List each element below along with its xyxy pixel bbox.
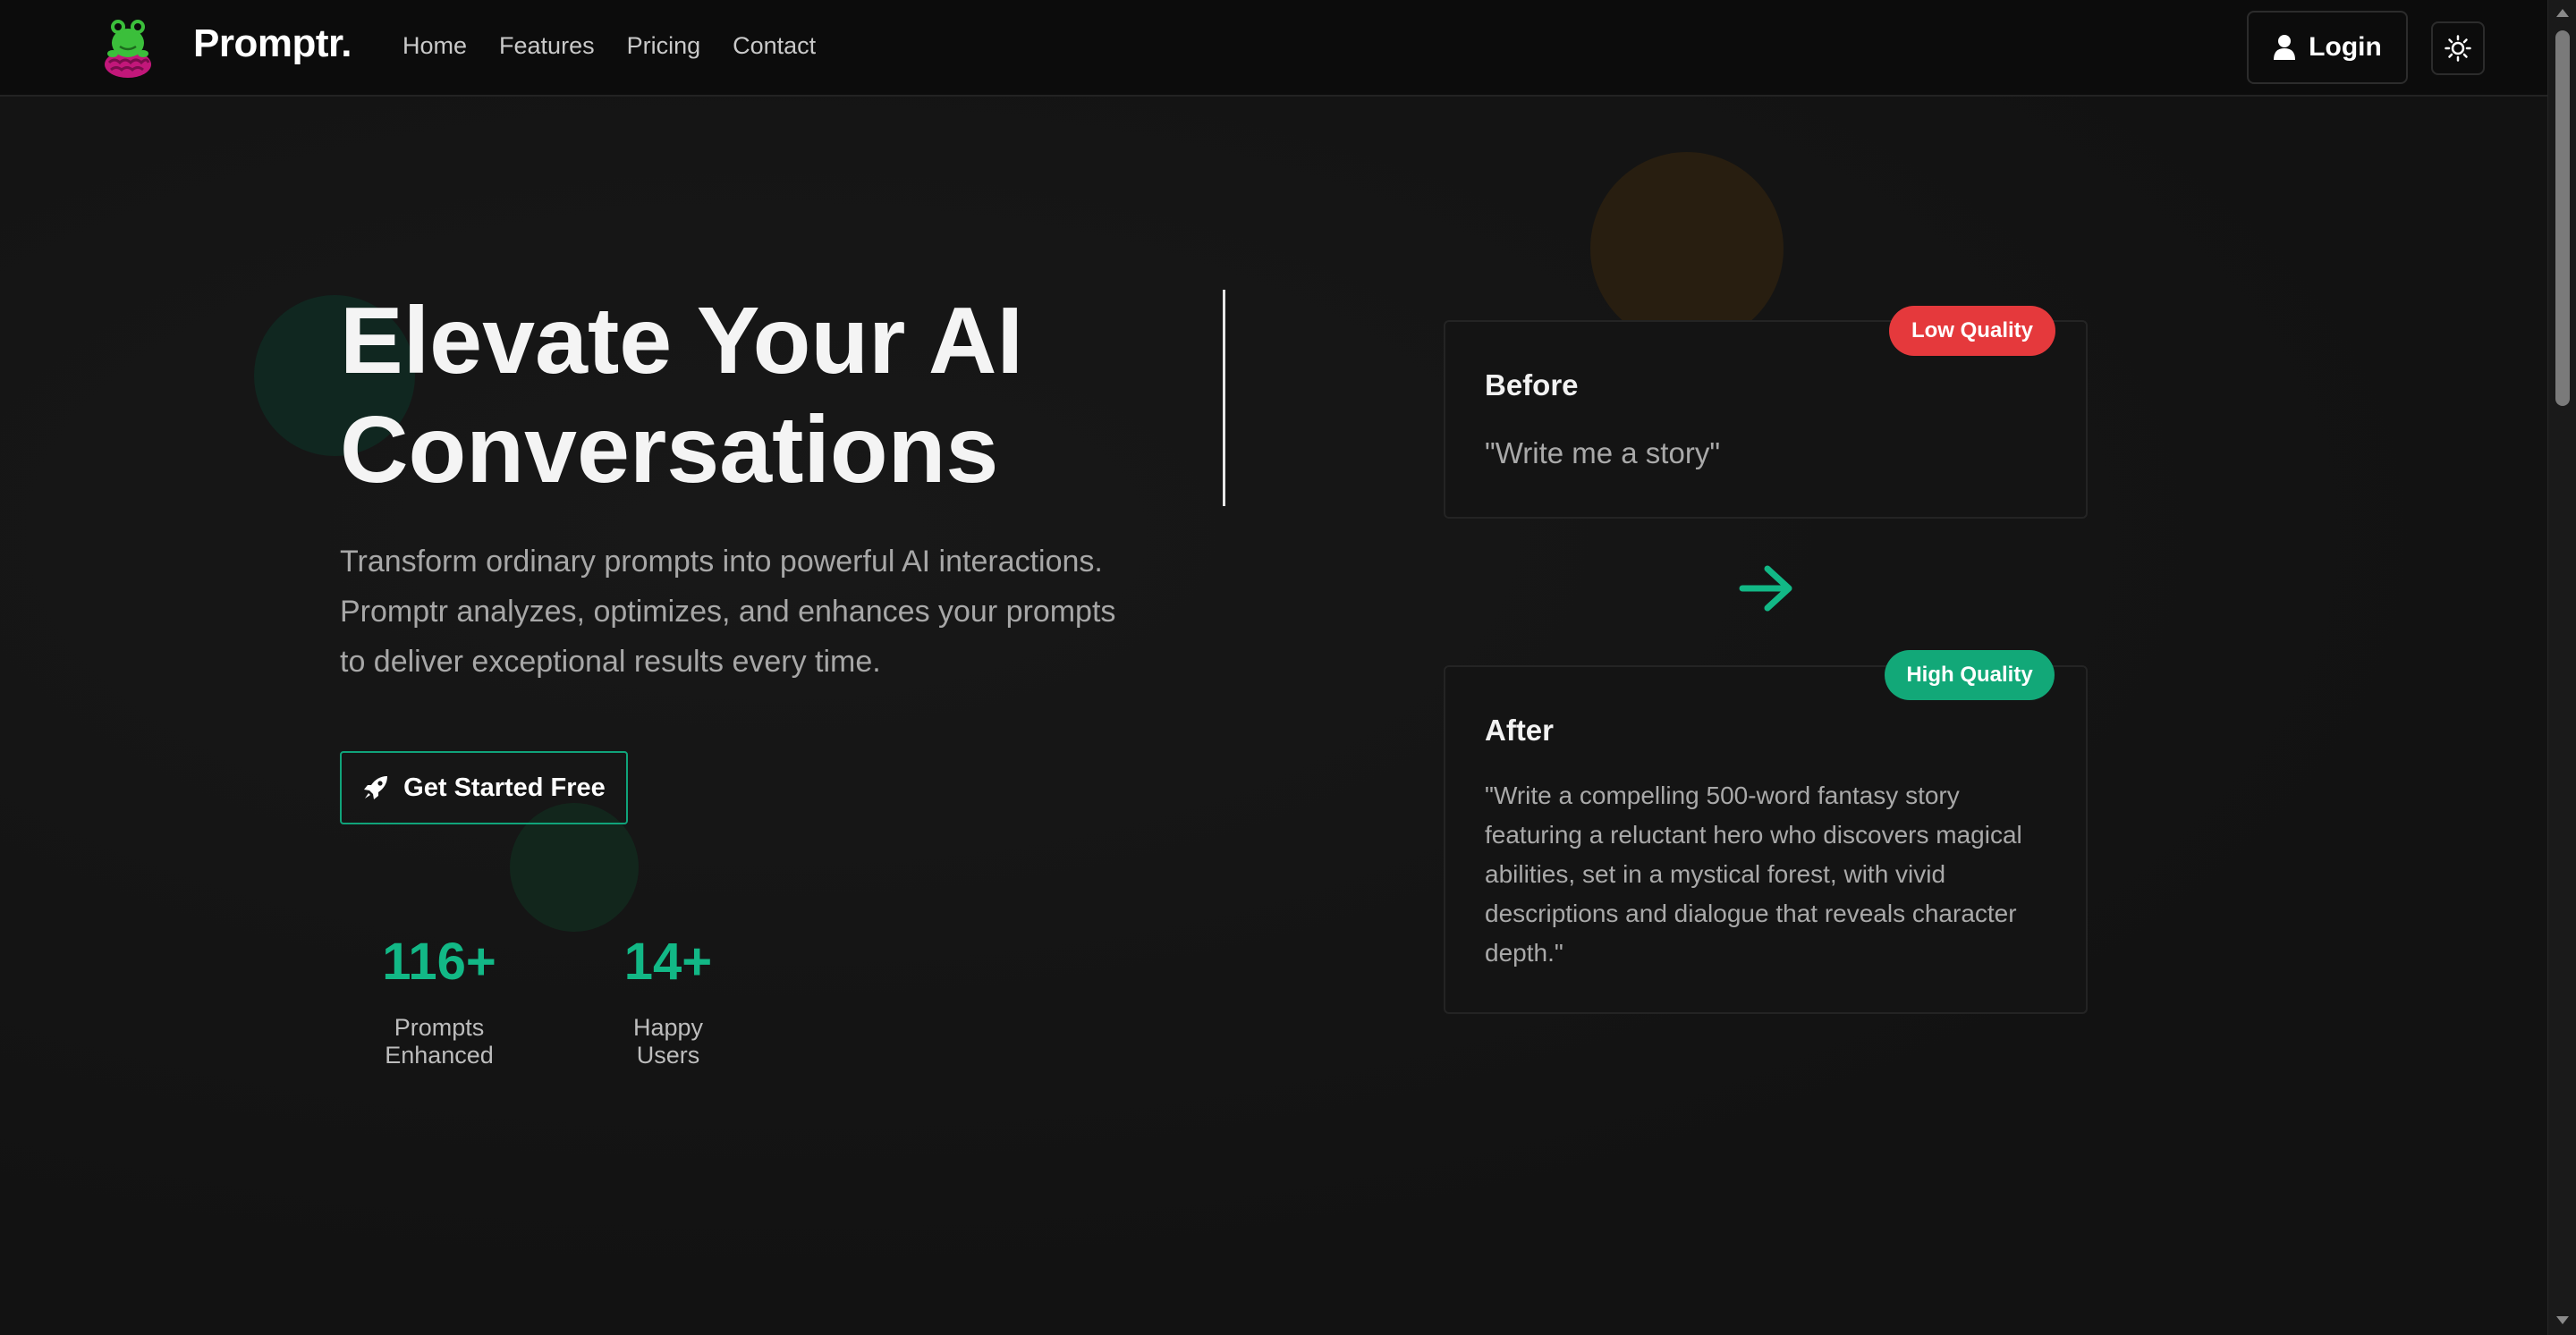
stat-happy-users: 14+ Happy Users xyxy=(601,926,735,1069)
scroll-down-arrow-icon[interactable] xyxy=(2556,1316,2569,1324)
frog-brain-logo[interactable] xyxy=(100,13,156,80)
nav-contact-link[interactable]: Contact xyxy=(733,32,816,60)
login-button[interactable]: Login xyxy=(2247,11,2408,84)
high-quality-badge: High Quality xyxy=(1885,650,2055,700)
page-scrollbar[interactable] xyxy=(2547,0,2576,1335)
after-card-title: After xyxy=(1485,714,1555,747)
stat-label: Prompts Enhanced xyxy=(385,1014,494,1069)
get-started-label: Get Started Free xyxy=(403,773,606,802)
sun-icon xyxy=(2445,35,2471,62)
stat-value: 14+ xyxy=(623,933,713,991)
before-card-text: "Write me a story" xyxy=(1485,436,1721,469)
login-label: Login xyxy=(2309,32,2382,62)
nav-features-link[interactable]: Features xyxy=(499,32,595,60)
after-card: After "Write a compelling 500-word fanta… xyxy=(1444,665,2088,1014)
top-navbar: Promptr. Home Features Pricing Contact L… xyxy=(0,0,2547,97)
hero-title-line-1: Elevate Your AI xyxy=(340,288,1023,393)
scrollbar-thumb[interactable] xyxy=(2555,30,2570,406)
user-icon xyxy=(2274,35,2296,60)
stat-value: 116+ xyxy=(382,933,496,991)
main-nav: Home Features Pricing Contact xyxy=(402,32,816,60)
page: Promptr. Home Features Pricing Contact L… xyxy=(0,0,2576,1335)
nav-pricing-link[interactable]: Pricing xyxy=(627,32,701,60)
theme-toggle-button[interactable] xyxy=(2431,21,2485,75)
after-card-text: "Write a compelling 500-word fantasy sto… xyxy=(1485,782,2022,967)
hero-subtitle: Transform ordinary prompts into powerful… xyxy=(340,545,1116,679)
get-started-button[interactable]: Get Started Free xyxy=(340,751,628,824)
decorative-circle-amber xyxy=(1590,152,1784,345)
rocket-icon xyxy=(364,776,388,799)
scroll-up-arrow-icon[interactable] xyxy=(2556,9,2569,17)
brand-name[interactable]: Promptr. xyxy=(193,21,352,66)
hero-title-line-2: Conversations xyxy=(340,397,999,503)
stat-prompts-enhanced: 116+ Prompts Enhanced xyxy=(340,926,538,1069)
low-quality-badge: Low Quality xyxy=(1889,306,2055,356)
arrow-right-icon xyxy=(1739,565,1792,612)
before-card-title: Before xyxy=(1485,368,1579,401)
hero-title: Elevate Your AI Conversations xyxy=(340,286,1199,504)
nav-home-link[interactable]: Home xyxy=(402,32,467,60)
stat-label: Happy Users xyxy=(632,1014,704,1069)
hero-divider xyxy=(1223,290,1225,506)
